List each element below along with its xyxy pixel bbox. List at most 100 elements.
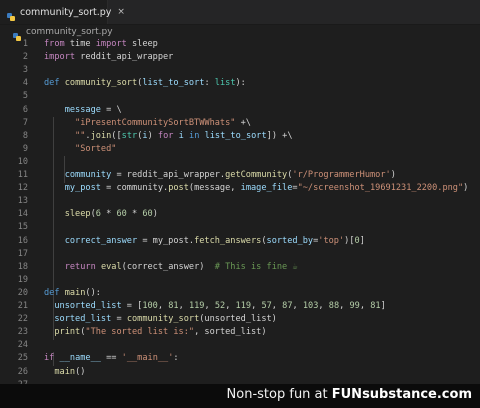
code-line[interactable]: 2 import reddit_api_wrapper — [0, 51, 480, 64]
code-line[interactable]: 25 if __name__ == '__main__': — [0, 352, 480, 365]
code-line[interactable]: 21 unsorted_list = [100, 81, 119, 52, 11… — [0, 300, 480, 313]
code-text: unsorted_list = [100, 81, 119, 52, 119, … — [44, 300, 386, 313]
code-token: __name__ — [59, 353, 101, 364]
breadcrumb: community_sort.py — [0, 25, 480, 41]
line-number: 1 — [22, 39, 28, 49]
code-token: '__main__' — [121, 353, 174, 364]
code-line[interactable]: 5 — [0, 90, 480, 103]
code-token: = [ — [121, 301, 143, 311]
tab-bar: community_sort.py × — [0, 0, 480, 25]
line-number: 2 — [22, 52, 28, 63]
code-token: = \ — [100, 104, 122, 115]
code-token: sorted_by — [266, 235, 314, 246]
line-number: 6 — [22, 104, 28, 115]
tab-community-sort[interactable]: community_sort.py × — [0, 0, 125, 24]
code-token: 81 — [168, 301, 179, 311]
code-token: fetch_answers — [194, 235, 262, 246]
code-line[interactable]: 10 — [0, 156, 480, 169]
code-text: message = \ — [44, 104, 122, 117]
code-line[interactable]: 18 return eval(correct_answer) # This is… — [0, 261, 480, 274]
code-token: ) — [463, 183, 469, 194]
code-token: ([ — [111, 130, 122, 141]
code-line[interactable]: 11 community = reddit_api_wrapper.getCom… — [0, 169, 480, 182]
code-line[interactable]: 4 def community_sort(list_to_sort: list): — [0, 77, 480, 90]
code-token: def — [44, 287, 60, 298]
code-token: (): — [85, 287, 101, 298]
code-line[interactable]: 3 — [0, 64, 480, 77]
code-token: ]) +\ — [266, 130, 293, 141]
code-token: my_post — [64, 183, 101, 194]
code-line[interactable]: 6 message = \ — [0, 104, 480, 117]
breadcrumb-label[interactable]: community_sort.py — [26, 27, 113, 37]
code-token: getCommunity — [225, 170, 288, 180]
code-line[interactable]: 26 main() — [0, 366, 480, 379]
code-token: * — [126, 209, 143, 220]
code-token: = my_post. — [137, 235, 195, 246]
code-token: ) — [147, 130, 158, 141]
code-line[interactable]: 20 def main(): — [0, 287, 480, 300]
close-icon[interactable]: × — [117, 7, 125, 17]
watermark-banner: Non-stop fun at FUNsubstance.com — [0, 384, 480, 408]
code-line[interactable]: 14 sleep(6 * 60 * 60) — [0, 208, 480, 221]
code-line[interactable]: 7 "iPresentCommunitySortBTWWhats" +\ — [0, 117, 480, 130]
code-line[interactable]: 1 from time import sleep — [0, 38, 480, 51]
code-token: 100 — [142, 301, 158, 311]
code-token: , — [251, 301, 262, 311]
code-token: : — [173, 353, 179, 364]
code-line[interactable]: 8 "".join([str(i) for i in list_to_sort]… — [0, 130, 480, 143]
code-token: message — [64, 104, 101, 115]
line-number: 18 — [17, 261, 28, 272]
code-token: , — [339, 301, 350, 311]
code-line[interactable]: 13 — [0, 195, 480, 208]
code-text: "iPresentCommunitySortBTWWhats" +\ — [44, 117, 251, 130]
code-token: # This is fine ☕ — [214, 261, 298, 272]
code-text: community = reddit_api_wrapper.getCommun… — [44, 169, 396, 182]
code-line[interactable]: 9 "Sorted" — [0, 143, 480, 156]
code-token: ] — [359, 235, 365, 246]
line-number: 24 — [17, 340, 28, 351]
code-token: image_file — [240, 183, 293, 194]
code-token: for — [157, 130, 174, 141]
code-token: "iPresentCommunitySortBTWWhats" — [75, 117, 236, 128]
code-token: print — [54, 327, 81, 338]
line-number: 8 — [22, 130, 28, 141]
code-editor[interactable]: 1 from time import sleep 2 import reddit_ap… — [0, 38, 480, 390]
code-line[interactable]: 17 — [0, 248, 480, 261]
code-text: main() — [44, 366, 85, 379]
code-line[interactable]: 15 — [0, 221, 480, 234]
code-token: sorted_list — [54, 314, 112, 325]
code-token: 60 — [116, 209, 127, 220]
line-number: 4 — [22, 78, 28, 89]
code-token: () — [75, 366, 86, 377]
code-line[interactable]: 19 — [0, 274, 480, 287]
code-line[interactable]: 24 — [0, 339, 480, 352]
code-token: 'top' — [318, 235, 345, 246]
code-line[interactable]: 16 correct_answer = my_post.fetch_answer… — [0, 235, 480, 248]
code-line[interactable]: 12 my_post = community.post(message, ima… — [0, 182, 480, 195]
code-text: from time import sleep — [44, 38, 158, 51]
code-token: ] — [380, 301, 386, 311]
code-token: 99 — [349, 301, 360, 311]
code-line[interactable]: 23 print("The sorted list is:", sorted_l… — [0, 326, 480, 339]
code-text: def community_sort(list_to_sort: list): — [44, 77, 246, 90]
line-number: 9 — [22, 143, 28, 154]
code-line[interactable]: 22 sorted_list = community_sort(unsorted… — [0, 313, 480, 326]
line-number: 20 — [17, 287, 28, 298]
code-token: time — [64, 39, 96, 49]
code-token: 60 — [142, 209, 153, 220]
code-token: community_sort — [64, 78, 138, 89]
code-token: 81 — [370, 301, 381, 311]
code-token: )[ — [344, 235, 355, 246]
code-token: 'r/ProgrammerHumor' — [292, 170, 391, 180]
code-token: sleep — [126, 39, 158, 49]
watermark-text: Non-stop fun at FUNsubstance.com — [227, 387, 472, 402]
line-number: 14 — [17, 209, 28, 220]
code-text: if __name__ == '__main__': — [44, 352, 179, 365]
code-token: "" — [75, 130, 86, 141]
code-token: def — [44, 78, 60, 89]
code-token: correct_answer — [64, 235, 138, 246]
code-token: import — [44, 52, 76, 63]
